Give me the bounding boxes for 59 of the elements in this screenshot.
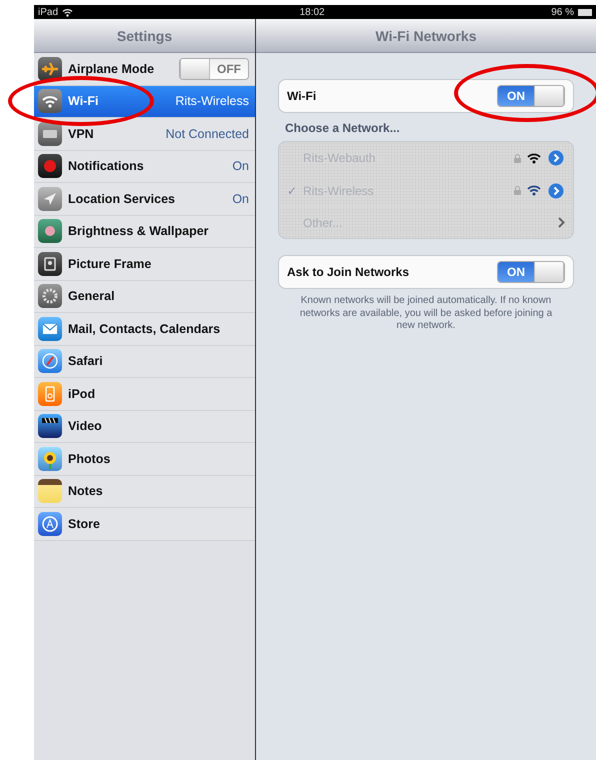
settings-row[interactable]: General bbox=[34, 280, 255, 313]
battery-percent: 96 % bbox=[551, 6, 574, 18]
row-label: Mail, Contacts, Calendars bbox=[68, 322, 222, 336]
toggle-switch[interactable]: ON bbox=[497, 85, 565, 107]
row-label: Video bbox=[68, 419, 103, 434]
battery-icon bbox=[578, 8, 592, 16]
compass-icon bbox=[38, 349, 62, 374]
row-value: On bbox=[232, 159, 249, 174]
row-label: Ask to Join Networks bbox=[287, 265, 410, 279]
wifi-signal-icon bbox=[62, 8, 74, 16]
toggle-switch[interactable]: OFF bbox=[179, 58, 249, 80]
section-header: Choose a Network... bbox=[285, 121, 401, 135]
wifi-signal-icon bbox=[527, 152, 541, 164]
row-label: Notifications bbox=[68, 159, 145, 174]
settings-row[interactable]: Brightness & Wallpaper bbox=[34, 216, 255, 248]
row-label: Store bbox=[68, 516, 101, 531]
wifi-signal-icon bbox=[527, 185, 541, 196]
row-label: Wi-Fi bbox=[68, 94, 100, 108]
row-label: Notes bbox=[68, 484, 104, 498]
lock-icon bbox=[514, 154, 521, 162]
row-label: Location Services bbox=[68, 192, 176, 206]
device-name: iPad bbox=[38, 6, 58, 18]
clapperboard-icon bbox=[38, 414, 62, 438]
panel-title: Settings bbox=[116, 28, 172, 44]
airplane-icon bbox=[38, 56, 62, 81]
settings-row[interactable]: Notifications On bbox=[34, 150, 255, 183]
row-value: Not Connected bbox=[166, 126, 249, 141]
settings-row[interactable]: Video bbox=[34, 410, 255, 443]
clock-time: 18:02 bbox=[300, 6, 325, 18]
app-store-icon bbox=[38, 512, 62, 536]
sunflower-icon bbox=[38, 446, 62, 471]
settings-row[interactable]: Notes bbox=[34, 476, 255, 508]
envelope-icon bbox=[38, 316, 62, 341]
row-label: Picture Frame bbox=[68, 256, 152, 271]
notepad-icon bbox=[38, 479, 62, 504]
row-label: iPod bbox=[68, 386, 96, 401]
lock-icon bbox=[514, 186, 521, 195]
toggle-switch[interactable]: ON bbox=[497, 261, 565, 283]
music-player-icon bbox=[38, 382, 62, 406]
wifi-icon bbox=[38, 89, 62, 114]
row-value: On bbox=[232, 192, 249, 206]
row-value: Rits-Wireless bbox=[175, 94, 249, 108]
row-label: Wi-Fi bbox=[287, 89, 318, 103]
gear-icon bbox=[38, 284, 62, 308]
row-label: Airplane Mode bbox=[68, 62, 156, 76]
panel-title: Wi-Fi Networks bbox=[376, 28, 476, 44]
chevron-icon bbox=[558, 217, 565, 228]
frame-icon bbox=[38, 252, 62, 276]
detail-disclosure-icon[interactable] bbox=[547, 182, 565, 200]
settings-row[interactable]: Wi-Fi Rits-Wireless bbox=[34, 86, 255, 118]
row-label: Safari bbox=[68, 354, 104, 368]
checkmark: ✓ bbox=[287, 184, 297, 198]
settings-row[interactable]: Safari bbox=[34, 346, 255, 378]
row-label: General bbox=[68, 289, 116, 304]
footnote-text: Known networks will be joined automatically. If no known networks are available, you will be asked before joining a new network. bbox=[298, 295, 554, 332]
row-label: Photos bbox=[68, 452, 112, 466]
detail-disclosure-icon[interactable] bbox=[547, 149, 565, 167]
row-label: VPN bbox=[68, 126, 95, 141]
row-label: Brightness & Wallpaper bbox=[68, 224, 210, 238]
